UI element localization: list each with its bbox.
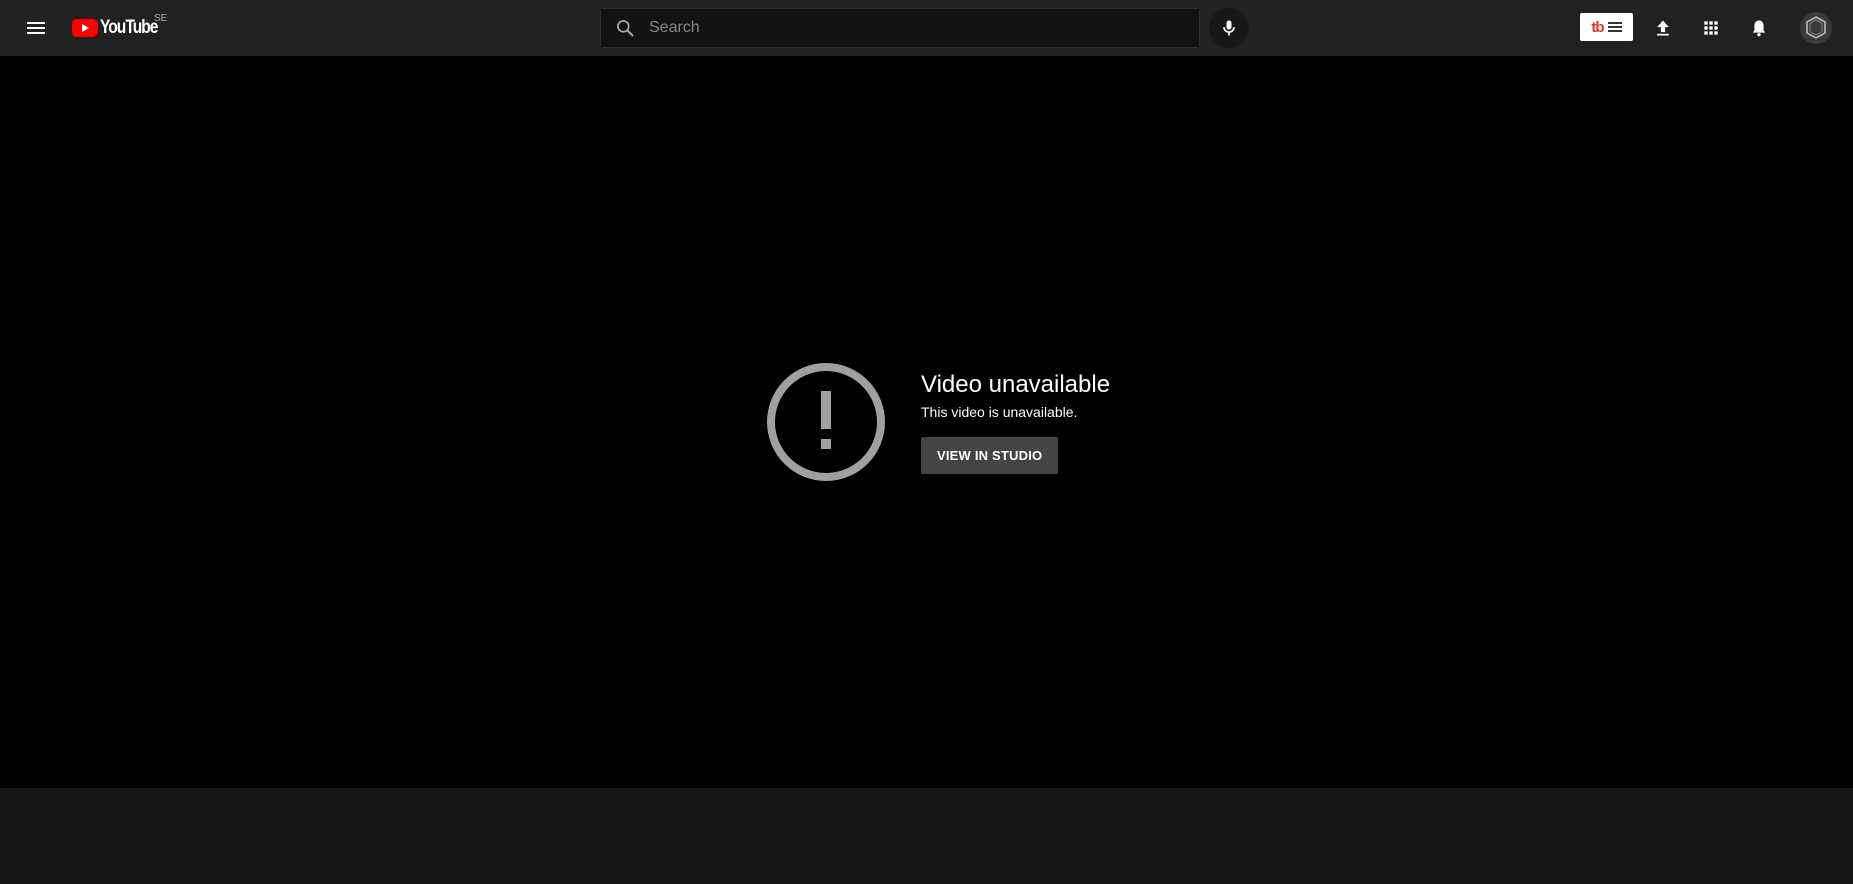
error-title: Video unavailable (921, 371, 1111, 398)
youtube-logo[interactable]: YouTube SE (72, 13, 170, 40)
error-content: Video unavailable This video is unavaila… (921, 371, 1110, 474)
upload-button[interactable] (1643, 8, 1683, 48)
view-in-studio-button[interactable]: VIEW IN STUDIO (921, 437, 1059, 474)
microphone-icon (1223, 20, 1235, 36)
search-box[interactable] (600, 8, 1200, 48)
voice-search-button[interactable] (1209, 8, 1249, 48)
alert-icon (767, 363, 885, 481)
search-icon-wrap (601, 9, 649, 47)
masthead: YouTube SE tb (0, 0, 1853, 56)
error-subtitle: This video is unavailable. (921, 404, 1078, 420)
video-player: Video unavailable This video is unavaila… (0, 56, 1853, 788)
search-input[interactable] (649, 9, 1199, 47)
below-player-area (0, 788, 1853, 884)
youtube-play-icon (72, 19, 98, 37)
search-icon (617, 20, 634, 37)
bell-icon (1752, 20, 1766, 37)
guide-menu-button[interactable] (16, 8, 56, 48)
error-screen: Video unavailable This video is unavaila… (765, 361, 1110, 483)
list-menu-icon (1607, 22, 1622, 32)
upload-icon (1657, 20, 1669, 36)
logo-wordmark: YouTube (100, 17, 158, 38)
avatar[interactable] (1800, 12, 1832, 44)
hamburger-menu-icon (27, 22, 45, 34)
tubebuddy-menu-button[interactable]: tb (1580, 13, 1633, 41)
apps-button[interactable] (1691, 8, 1731, 48)
apps-grid-icon (1704, 21, 1718, 35)
avatar-hexagon-icon (1806, 16, 1826, 39)
notifications-button[interactable] (1739, 8, 1779, 48)
logo-country-code: SE (154, 13, 168, 24)
tubebuddy-icon: tb (1591, 18, 1604, 36)
